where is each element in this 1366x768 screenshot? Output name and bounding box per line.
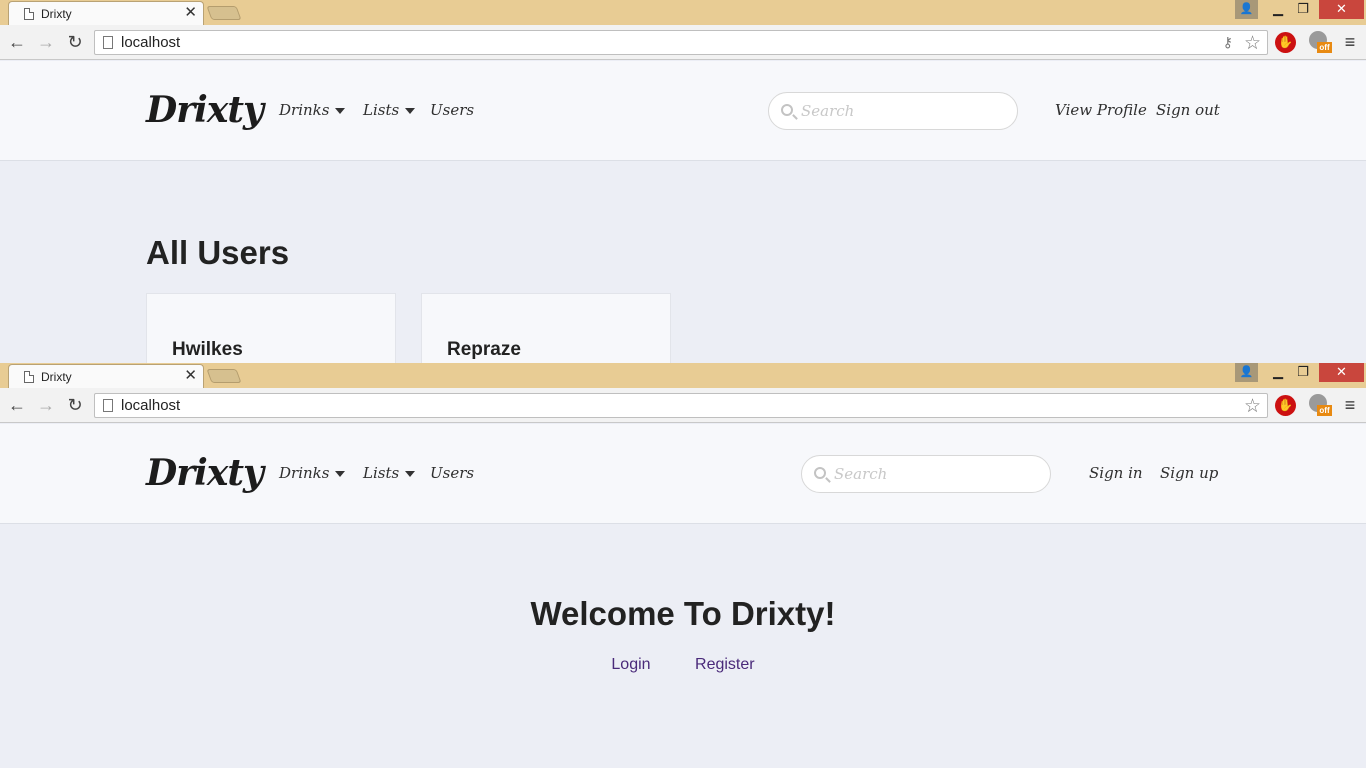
- url-text[interactable]: localhost: [121, 397, 180, 414]
- auth-links: Login Register: [0, 656, 1366, 674]
- nav-drinks-label: Drinks: [279, 464, 330, 482]
- tab-close-icon[interactable]: ✕: [184, 368, 197, 383]
- browser-tab[interactable]: Drixty ✕: [8, 364, 204, 388]
- nav-users-link[interactable]: Users: [430, 101, 474, 119]
- restore-button[interactable]: ❐: [1291, 363, 1315, 382]
- search-input[interactable]: [801, 101, 1001, 121]
- arrow-right-icon[interactable]: →: [35, 31, 57, 53]
- register-link[interactable]: Register: [695, 656, 755, 673]
- site-navbar: Drixty Drinks Lists Users Sign in Sign u…: [0, 424, 1366, 524]
- nav-lists-dropdown[interactable]: Lists: [363, 464, 416, 482]
- restore-button[interactable]: ❐: [1291, 0, 1315, 19]
- adblock-icon[interactable]: ✋: [1275, 395, 1296, 416]
- page-title: All Users: [146, 234, 290, 271]
- nav-drinks-dropdown[interactable]: Drinks: [279, 464, 346, 482]
- search-icon: [814, 467, 826, 479]
- site-navbar: Drixty Drinks Lists Users View Profile S…: [0, 61, 1366, 161]
- address-bar[interactable]: localhost ☆: [94, 393, 1268, 418]
- tab-close-icon[interactable]: ✕: [184, 5, 197, 20]
- profile-icon[interactable]: 👤: [1235, 363, 1258, 382]
- page-icon: [103, 36, 113, 49]
- page-icon: [24, 371, 34, 383]
- key-icon[interactable]: ⚷: [1223, 34, 1233, 51]
- caret-down-icon: [335, 108, 346, 114]
- user-name[interactable]: Hwilkes: [172, 339, 243, 361]
- browser-toolbar: ← → ↻ localhost ☆ ✋ off ≡: [0, 388, 1366, 423]
- sign-up-link[interactable]: Sign up: [1160, 464, 1218, 482]
- reload-icon[interactable]: ↻: [64, 394, 86, 416]
- tab-title: Drixty: [41, 7, 72, 21]
- browser-window-welcome: Drixty ✕ 👤 ▁ ❐ ✕ ← → ↻ localhost ☆ ✋ off…: [0, 363, 1366, 768]
- page-icon: [103, 399, 113, 412]
- adblock-icon[interactable]: ✋: [1275, 32, 1296, 53]
- nav-lists-dropdown[interactable]: Lists: [363, 101, 416, 119]
- browser-tab[interactable]: Drixty ✕: [8, 1, 204, 25]
- nav-drinks-dropdown[interactable]: Drinks: [279, 101, 346, 119]
- arrow-right-icon[interactable]: →: [35, 394, 57, 416]
- minimize-button[interactable]: ▁: [1266, 363, 1290, 382]
- close-window-button[interactable]: ✕: [1319, 363, 1364, 382]
- user-name[interactable]: Repraze: [447, 339, 521, 361]
- caret-down-icon: [405, 108, 416, 114]
- login-link[interactable]: Login: [611, 656, 650, 673]
- brand-logo[interactable]: Drixty: [146, 452, 264, 494]
- search-box: [768, 92, 1018, 130]
- close-window-button[interactable]: ✕: [1319, 0, 1364, 19]
- welcome-heading: Welcome To Drixty!: [530, 595, 836, 632]
- hamburger-icon[interactable]: ≡: [1340, 395, 1360, 415]
- browser-window-users: Drixty ✕ 👤 ▁ ❐ ✕ ← → ↻ localhost ⚷ ☆ ✋ o…: [0, 0, 1366, 363]
- caret-down-icon: [335, 471, 346, 477]
- caret-down-icon: [405, 471, 416, 477]
- star-icon[interactable]: ☆: [1244, 32, 1261, 55]
- arrow-left-icon[interactable]: ←: [6, 394, 28, 416]
- new-tab-button[interactable]: [206, 369, 242, 383]
- brand-logo[interactable]: Drixty: [146, 89, 264, 131]
- sign-in-link[interactable]: Sign in: [1089, 464, 1143, 482]
- search-box: [801, 455, 1051, 493]
- browser-toolbar: ← → ↻ localhost ⚷ ☆ ✋ off ≡: [0, 25, 1366, 60]
- minimize-button[interactable]: ▁: [1266, 0, 1290, 19]
- nav-lists-label: Lists: [363, 464, 400, 482]
- user-card[interactable]: Hwilkes: [146, 293, 396, 363]
- new-tab-button[interactable]: [206, 6, 242, 20]
- star-icon[interactable]: ☆: [1244, 395, 1261, 418]
- reload-icon[interactable]: ↻: [64, 31, 86, 53]
- profile-icon[interactable]: 👤: [1235, 0, 1258, 19]
- nav-users-link[interactable]: Users: [430, 464, 474, 482]
- address-bar[interactable]: localhost ⚷ ☆: [94, 30, 1268, 55]
- title-bar: Drixty ✕ 👤 ▁ ❐ ✕: [0, 363, 1366, 388]
- extension-off-icon[interactable]: off: [1308, 30, 1332, 54]
- user-card[interactable]: Repraze: [421, 293, 671, 363]
- tab-title: Drixty: [41, 370, 72, 384]
- url-text[interactable]: localhost: [121, 34, 180, 51]
- sign-out-link[interactable]: Sign out: [1156, 101, 1220, 119]
- search-input[interactable]: [834, 464, 1034, 484]
- extension-off-icon[interactable]: off: [1308, 393, 1332, 417]
- view-profile-link[interactable]: View Profile: [1055, 101, 1147, 119]
- search-icon: [781, 104, 793, 116]
- nav-drinks-label: Drinks: [279, 101, 330, 119]
- page-icon: [24, 8, 34, 20]
- title-bar: Drixty ✕ 👤 ▁ ❐ ✕: [0, 0, 1366, 25]
- hamburger-icon[interactable]: ≡: [1340, 32, 1360, 52]
- nav-lists-label: Lists: [363, 101, 400, 119]
- arrow-left-icon[interactable]: ←: [6, 31, 28, 53]
